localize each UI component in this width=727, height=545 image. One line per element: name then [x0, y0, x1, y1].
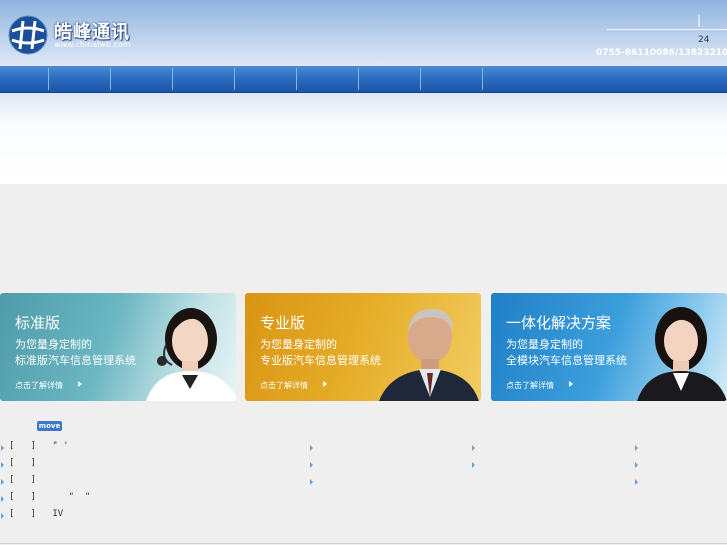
card-details-link[interactable]: 点击了解详情: [15, 380, 63, 391]
bullet-arrow-icon: [1, 479, 4, 485]
nav-item-1[interactable]: [0, 68, 49, 90]
banner: [0, 93, 727, 184]
card-title: 一体化解决方案: [506, 314, 612, 332]
header-divider: [607, 29, 727, 30]
bullet-arrow-icon[interactable]: [635, 445, 638, 451]
service-hours: 24: [698, 35, 710, 45]
news-item[interactable]: [ ] " ": [9, 492, 90, 502]
hotline-phone: 0755-86110086/13823210805: [596, 48, 727, 58]
nav-item-6[interactable]: [297, 68, 359, 90]
arrow-right-icon: [323, 381, 327, 387]
bullet-arrow-icon[interactable]: [635, 462, 638, 468]
move-badge[interactable]: move: [37, 421, 62, 431]
card-professional[interactable]: 专业版 为您量身定制的 专业版汽车信息管理系统 点击了解详情: [245, 293, 481, 401]
bullet-arrow-icon: [1, 445, 4, 451]
card-title: 专业版: [260, 314, 306, 332]
bullet-arrow-icon: [1, 513, 4, 519]
main-nav: [0, 66, 727, 93]
news-item[interactable]: [ ] IV: [9, 509, 63, 519]
woman-headset-photo: [146, 308, 236, 401]
card-standard[interactable]: 标准版 为您量身定制的 标准版汽车信息管理系统 点击了解详情: [0, 293, 236, 401]
footer-divider: [0, 543, 727, 544]
card-title: 标准版: [15, 314, 61, 332]
card-description: 专业版汽车信息管理系统: [260, 354, 381, 367]
card-description: 全模块汽车信息管理系统: [506, 354, 627, 367]
woman-suit-photo: [637, 307, 727, 401]
nav-item-7[interactable]: [359, 68, 421, 90]
bullet-arrow-icon[interactable]: [310, 479, 313, 485]
card-subtitle: 为您量身定制的: [15, 338, 92, 351]
header: 皓峰通讯 www.chinalwb.com | 24 0755-86110086…: [0, 0, 727, 66]
news-item[interactable]: [ ]: [9, 475, 36, 485]
card-subtitle: 为您量身定制的: [260, 338, 337, 351]
arrow-right-icon: [78, 381, 82, 387]
card-details-link[interactable]: 点击了解详情: [260, 380, 308, 391]
arrow-right-icon: [569, 381, 573, 387]
news-item[interactable]: [ ]: [9, 458, 36, 468]
bullet-arrow-icon[interactable]: [472, 462, 475, 468]
card-description: 标准版汽车信息管理系统: [15, 354, 136, 367]
nav-item-5[interactable]: [235, 68, 297, 90]
logo-url: www.chinalwb.com: [54, 40, 131, 49]
card-details-link[interactable]: 点击了解详情: [506, 380, 554, 391]
nav-item-2[interactable]: [49, 68, 111, 90]
bullet-arrow-icon: [1, 462, 4, 468]
news-item[interactable]: [ ] " ': [9, 441, 69, 451]
man-portrait-photo: [379, 309, 479, 401]
logo-globe-icon[interactable]: [8, 15, 48, 55]
nav-item-3[interactable]: [111, 68, 173, 90]
nav-item-8[interactable]: [421, 68, 483, 90]
nav-item-4[interactable]: [173, 68, 235, 90]
card-integrated[interactable]: 一体化解决方案 为您量身定制的 全模块汽车信息管理系统 点击了解详情: [491, 293, 727, 401]
bullet-arrow-icon[interactable]: [310, 445, 313, 451]
bullet-arrow-icon[interactable]: [635, 479, 638, 485]
bullet-arrow-icon[interactable]: [310, 462, 313, 468]
card-subtitle: 为您量身定制的: [506, 338, 583, 351]
bullet-arrow-icon[interactable]: [472, 445, 475, 451]
bullet-arrow-icon: [1, 496, 4, 502]
header-separator: |: [697, 13, 702, 27]
